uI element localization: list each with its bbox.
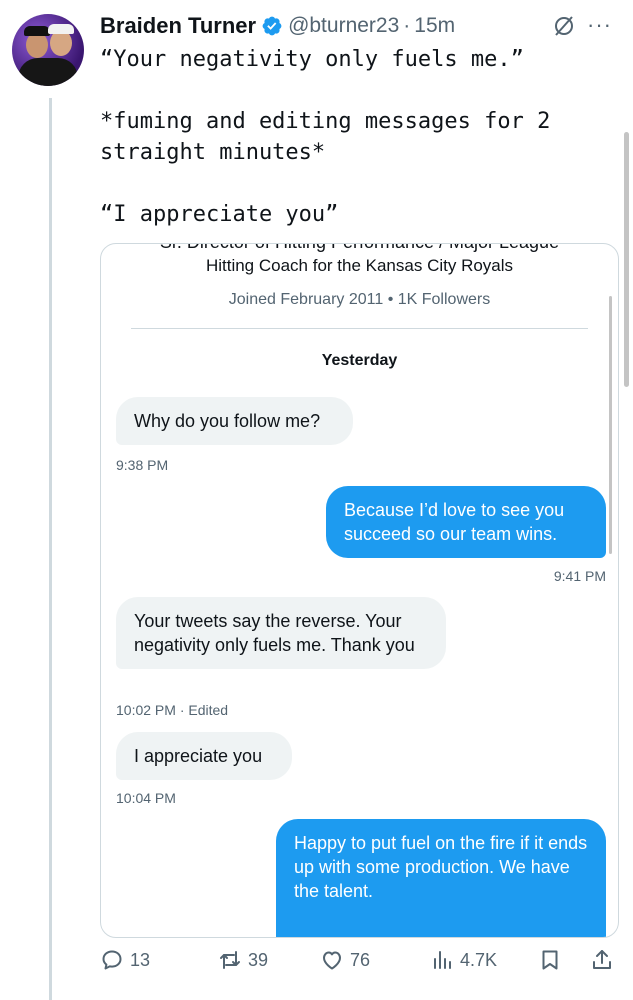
like-icon: [323, 951, 341, 970]
reply-button[interactable]: 13: [100, 948, 150, 972]
tweet-header: Braiden Turner @bturner23 · 15m: [100, 10, 455, 42]
author-handle[interactable]: @bturner23: [288, 14, 399, 38]
message-time: 10:02 PM · Edited: [116, 702, 229, 718]
repost-count: 39: [248, 949, 269, 970]
bookmark-icon: [542, 950, 558, 970]
views-count: 4.7K: [460, 949, 498, 970]
reply-count: 13: [130, 949, 151, 970]
like-button[interactable]: 76: [320, 948, 370, 972]
more-icon[interactable]: ···: [587, 12, 612, 38]
message-bubble: Because I’d love to see you succeed so o…: [326, 486, 606, 558]
author-name[interactable]: Braiden Turner: [100, 13, 256, 39]
message-time: 9:38 PM: [116, 457, 169, 473]
like-count: 76: [350, 949, 371, 970]
thread-line: [49, 98, 52, 1000]
repost-icon: [220, 951, 240, 969]
tweet-media-screenshot[interactable]: Sr. Director of Hitting Performance / Ma…: [100, 243, 619, 938]
message-bubble: I appreciate you: [116, 732, 292, 780]
bio-cut-line: Sr. Director of Hitting Performance / Ma…: [101, 244, 618, 253]
tweet-text: “Your negativity only fuels me.” *fuming…: [100, 47, 551, 227]
profile-joined: Joined February 2011 • 1K Followers: [228, 291, 491, 308]
message-bubble: Happy to put fuel on the fire if it ends…: [276, 819, 606, 937]
repost-button[interactable]: 39: [218, 948, 268, 972]
verified-badge-icon: [262, 16, 282, 36]
divider: [131, 328, 588, 329]
views-button[interactable]: 4.7K: [430, 948, 497, 972]
tweet-actions: 13 39 76 4.7K: [100, 948, 620, 982]
date-divider: Yesterday: [321, 352, 398, 369]
share-icon: [593, 950, 611, 969]
bookmark-button[interactable]: [538, 948, 568, 972]
avatar[interactable]: [12, 14, 84, 86]
tweet-age[interactable]: 15m: [414, 14, 455, 38]
message-bubble: Your tweets say the reverse. Your negati…: [116, 597, 446, 669]
share-button[interactable]: [590, 948, 620, 972]
screenshot-scrollbar: [609, 296, 612, 554]
message-time: 9:41 PM: [553, 568, 606, 584]
page-scrollbar[interactable]: [624, 132, 629, 387]
reply-icon: [102, 950, 122, 970]
profile-bio: Hitting Coach for the Kansas City Royals: [205, 256, 514, 275]
message-bubble: Why do you follow me?: [116, 397, 353, 445]
views-icon: [434, 951, 451, 969]
message-time: 10:04 PM: [116, 790, 176, 806]
grok-icon[interactable]: [552, 14, 576, 38]
separator-dot: ·: [403, 14, 411, 37]
